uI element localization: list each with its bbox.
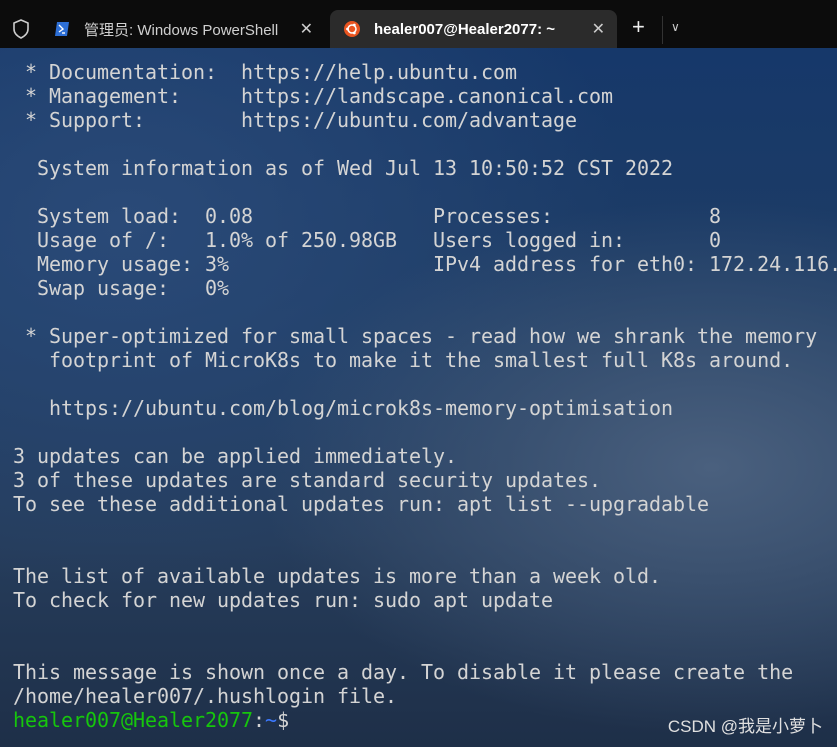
close-icon[interactable]: ✕: [300, 19, 313, 39]
powershell-icon: [55, 22, 69, 36]
terminal-line: This message is shown once a day. To dis…: [13, 660, 794, 684]
terminal-line: * Documentation: https://help.ubuntu.com: [13, 60, 518, 84]
prompt-symbol: $: [277, 708, 290, 732]
chevron-down-icon[interactable]: ∨: [671, 20, 680, 34]
shield-icon: [13, 19, 29, 39]
terminal-line: /home/healer007/.hushlogin file.: [13, 684, 398, 708]
terminal-line: To see these additional updates run: apt…: [13, 492, 710, 516]
terminal-line: The list of available updates is more th…: [13, 564, 662, 588]
new-tab-button[interactable]: +: [632, 14, 645, 40]
terminal-line: * Super-optimized for small spaces - rea…: [13, 324, 818, 348]
tab-powershell[interactable]: 管理员: Windows PowerShell ✕: [40, 10, 325, 48]
prompt-colon: :: [253, 708, 266, 732]
tab-title: healer007@Healer2077: ~: [374, 20, 556, 38]
terminal-line: To check for new updates run: sudo apt u…: [13, 588, 554, 612]
terminal-line: * Management: https://landscape.canonica…: [13, 84, 614, 108]
terminal-line: footprint of MicroK8s to make it the sma…: [13, 348, 794, 372]
terminal-line: 3 updates can be applied immediately.: [13, 444, 458, 468]
prompt-path: ~: [265, 708, 278, 732]
tab-ubuntu[interactable]: healer007@Healer2077: ~ ✕: [330, 10, 617, 48]
divider: [662, 16, 663, 44]
watermark: CSDN @我是小萝卜: [667, 717, 823, 736]
terminal-line: Usage of /: 1.0% of 250.98GB Users logge…: [13, 228, 722, 252]
prompt-user-host: healer007@Healer2077: [13, 708, 254, 732]
close-icon[interactable]: ✕: [592, 19, 605, 39]
terminal-line: 3 of these updates are standard security…: [13, 468, 602, 492]
terminal-line: * Support: https://ubuntu.com/advantage: [13, 108, 578, 132]
terminal-line: System information as of Wed Jul 13 10:5…: [13, 156, 674, 180]
terminal-output[interactable]: * Documentation: https://help.ubuntu.com…: [0, 48, 837, 747]
tab-title: 管理员: Windows PowerShell: [84, 21, 279, 39]
terminal-line: Swap usage: 0%: [13, 276, 230, 300]
terminal-line: System load: 0.08 Processes: 8: [13, 204, 722, 228]
shell-prompt[interactable]: healer007@Healer2077:~$: [13, 708, 289, 732]
ubuntu-icon: [344, 21, 360, 37]
tab-bar: 管理员: Windows PowerShell ✕ healer007@Heal…: [0, 0, 837, 48]
terminal-line: Memory usage: 3% IPv4 address for eth0: …: [13, 252, 837, 276]
terminal-line: https://ubuntu.com/blog/microk8s-memory-…: [13, 396, 674, 420]
